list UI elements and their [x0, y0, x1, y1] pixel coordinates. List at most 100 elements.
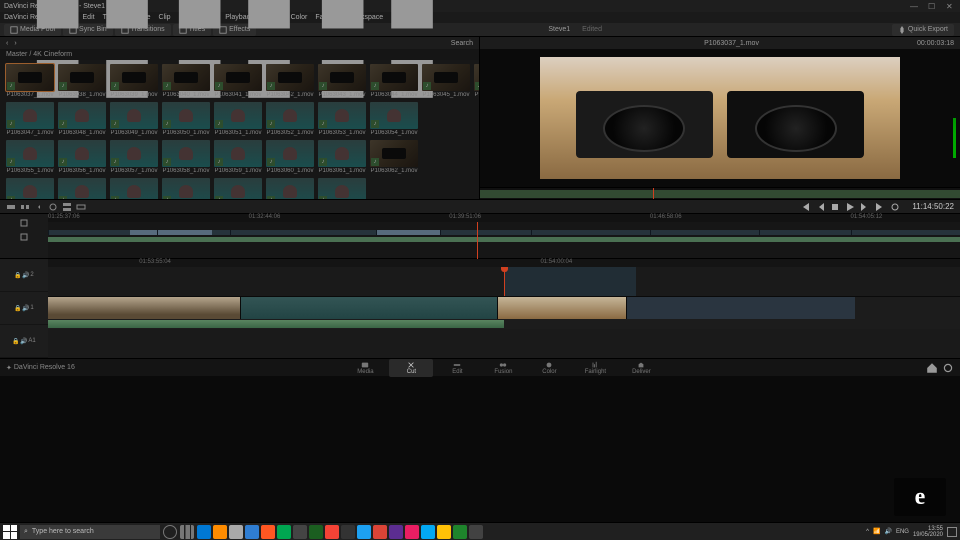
cortana-icon[interactable]: [163, 525, 177, 539]
clip-thumbnail[interactable]: ♪P1063084_1.mov: [58, 178, 106, 199]
clip-thumbnail[interactable]: ♪P1063037_1.mov: [6, 64, 54, 98]
clip-thumbnail[interactable]: ♪P1063038_1.mov: [58, 64, 106, 98]
track-header[interactable]: 🔒🔊2: [0, 259, 48, 292]
video-placeholder[interactable]: [627, 297, 855, 319]
taskbar-app-6[interactable]: [293, 525, 307, 539]
clip-thumbnail[interactable]: ♪P1063043_1.mov: [318, 64, 366, 98]
clip-thumbnail[interactable]: ♪P1063087_1.mov: [214, 178, 262, 199]
closeup-icon[interactable]: [48, 202, 58, 212]
settings-icon[interactable]: [942, 362, 954, 374]
edit-zone[interactable]: [504, 267, 636, 296]
taskbar-app-9[interactable]: [341, 525, 355, 539]
clip-thumbnail[interactable]: ♪P1063041_1.mov: [214, 64, 262, 98]
video-clip[interactable]: [241, 297, 498, 319]
step-fwd-icon[interactable]: [859, 202, 871, 212]
lock-icon[interactable]: 🔒: [14, 272, 21, 279]
lower-timeline-main[interactable]: 01:53:55:0401:54:00:04: [48, 259, 960, 358]
track-header[interactable]: 🔒🔊A1: [0, 325, 48, 358]
clip-thumbnail[interactable]: ♪P1063057_1.mov: [110, 140, 158, 174]
page-tab-fusion[interactable]: Fusion: [481, 359, 525, 377]
upper-tracks[interactable]: [48, 222, 960, 259]
clip-thumbnail[interactable]: ♪P1063059_1.mov: [214, 140, 262, 174]
clip-thumbnail[interactable]: ♪P1063055_1.mov: [6, 140, 54, 174]
stop-icon[interactable]: [829, 202, 841, 212]
taskbar-app-8[interactable]: [325, 525, 339, 539]
search-label[interactable]: Search: [451, 40, 473, 47]
tray-wifi-icon[interactable]: 📶: [873, 528, 880, 535]
breadcrumb[interactable]: Master / 4K Cineform: [0, 49, 479, 60]
track-header[interactable]: 🔒🔊1: [0, 292, 48, 325]
page-tab-edit[interactable]: Edit: [435, 359, 479, 377]
speaker-icon[interactable]: 🔊: [20, 338, 27, 345]
tray-language[interactable]: ENG: [896, 529, 909, 535]
play-icon[interactable]: [844, 202, 856, 212]
clip-thumbnail[interactable]: ♪P1063046_1.mov: [474, 64, 479, 98]
clip-thumbnail[interactable]: ♪P1063045_1.mov: [422, 64, 470, 98]
clip-thumbnail[interactable]: ♪P1063052_1.mov: [266, 102, 314, 136]
taskbar-app-3[interactable]: [245, 525, 259, 539]
task-view-icon[interactable]: [180, 525, 194, 539]
page-tab-cut[interactable]: Cut: [389, 359, 433, 377]
taskbar-app-0[interactable]: [197, 525, 211, 539]
clip-thumbnail[interactable]: ♪P1063049_1.mov: [110, 102, 158, 136]
taskbar-app-10[interactable]: [357, 525, 371, 539]
close-button[interactable]: ✕: [946, 2, 956, 10]
trim-mode-icon[interactable]: [18, 218, 30, 228]
taskbar-app-12[interactable]: [389, 525, 403, 539]
clip-thumbnail[interactable]: ♪P1063061_1.mov: [318, 140, 366, 174]
master-timecode[interactable]: 11:14:50:22: [912, 202, 954, 211]
upper-audio-track[interactable]: [48, 237, 960, 242]
taskbar-app-7[interactable]: [309, 525, 323, 539]
clip-thumbnail[interactable]: ♪P1063089_1.mov: [318, 178, 366, 199]
clip-thumbnail[interactable]: ♪P1063085_1.mov: [110, 178, 158, 199]
jump-start-icon[interactable]: [799, 202, 811, 212]
clip-thumbnail[interactable]: ♪P1063047_1.mov: [6, 102, 54, 136]
upper-timeline-main[interactable]: 01:25:37:0601:32:44:0601:39:51:0601:46:5…: [48, 214, 960, 258]
page-tab-deliver[interactable]: Deliver: [619, 359, 663, 377]
home-icon[interactable]: [926, 362, 938, 374]
append-icon[interactable]: [20, 202, 30, 212]
clip-thumbnail[interactable]: ♪P1063056_1.mov: [58, 140, 106, 174]
page-tab-fairlight[interactable]: Fairlight: [573, 359, 617, 377]
viewer-scrubber[interactable]: [480, 187, 960, 199]
taskbar-app-13[interactable]: [405, 525, 419, 539]
clip-thumbnail[interactable]: ♪P1063060_1.mov: [266, 140, 314, 174]
taskbar-app-16[interactable]: [453, 525, 467, 539]
upper-ruler[interactable]: 01:25:37:0601:32:44:0601:39:51:0601:46:5…: [48, 214, 960, 222]
video-clip[interactable]: [498, 297, 627, 319]
track-a1[interactable]: [48, 319, 960, 329]
clip-thumbnail[interactable]: ♪P1063051_1.mov: [214, 102, 262, 136]
clip-thumbnail[interactable]: ♪P1063042_1.mov: [266, 64, 314, 98]
source-overwrite-icon[interactable]: [76, 202, 86, 212]
place-on-top-icon[interactable]: [62, 202, 72, 212]
clip-thumbnail[interactable]: ♪P1063083_1.mov: [6, 178, 54, 199]
clip-thumbnail[interactable]: ♪P1063040_1.mov: [162, 64, 210, 98]
ripple-icon[interactable]: [34, 202, 44, 212]
audio-clip[interactable]: [48, 320, 504, 328]
video-clip[interactable]: [48, 297, 241, 319]
taskbar-app-2[interactable]: [229, 525, 243, 539]
fwd-icon[interactable]: ›: [14, 40, 16, 47]
step-back-icon[interactable]: [814, 202, 826, 212]
taskbar-search[interactable]: ⌕ Type here to search: [20, 525, 160, 539]
track-v1[interactable]: [48, 297, 960, 319]
clock[interactable]: 13:55 19/05/2020: [913, 526, 943, 538]
clip-thumbnail[interactable]: ♪P1063062_1.mov: [370, 140, 418, 174]
project-name[interactable]: Steve1: [542, 26, 576, 33]
taskbar-app-15[interactable]: [437, 525, 451, 539]
viewer-playhead[interactable]: [653, 188, 654, 199]
clip-thumbnail[interactable]: ♪P1063050_1.mov: [162, 102, 210, 136]
lower-ruler[interactable]: 01:53:55:0401:54:00:04: [48, 259, 960, 267]
clip-thumbnail[interactable]: ♪P1063048_1.mov: [58, 102, 106, 136]
taskbar-app-4[interactable]: [261, 525, 275, 539]
loop-icon[interactable]: [889, 202, 901, 212]
clip-thumbnail[interactable]: ♪P1063044_1.mov: [370, 64, 418, 98]
tray-chevron-up-icon[interactable]: ^: [866, 529, 869, 535]
taskbar-app-17[interactable]: [469, 525, 483, 539]
swap-icon[interactable]: [18, 232, 30, 242]
taskbar-app-14[interactable]: [421, 525, 435, 539]
quick-export-button[interactable]: Quick Export: [892, 24, 954, 36]
taskbar-app-5[interactable]: [277, 525, 291, 539]
page-tab-media[interactable]: Media: [343, 359, 387, 377]
clip-thumbnail[interactable]: ♪P1063088_1.mov: [266, 178, 314, 199]
